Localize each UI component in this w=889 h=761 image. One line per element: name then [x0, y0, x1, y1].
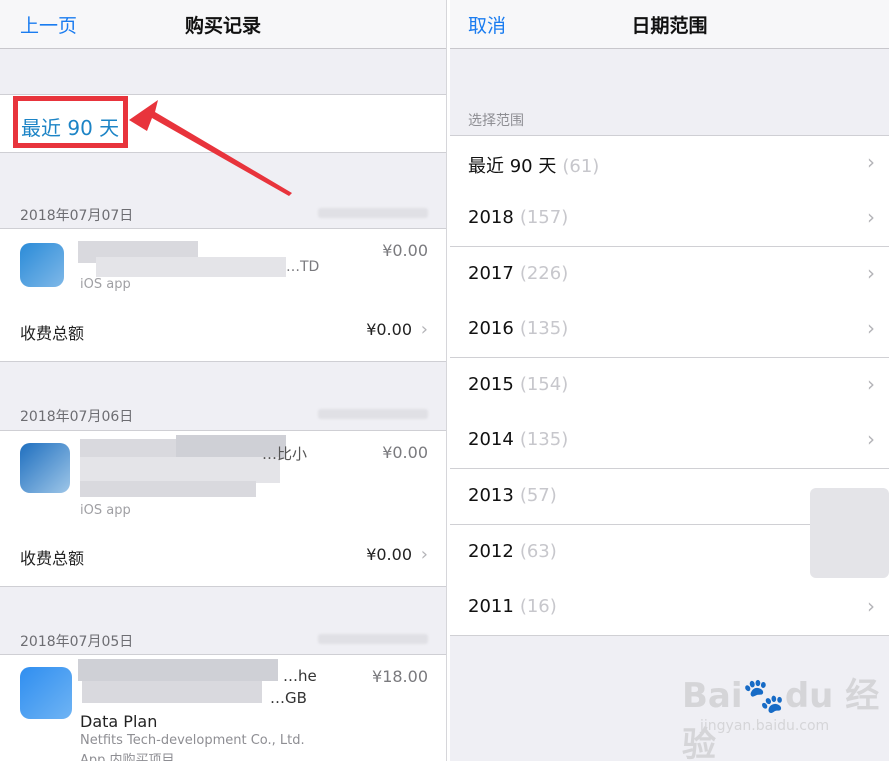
range-row-2016[interactable]: 2016 (135) ›	[450, 302, 889, 358]
item-price: ¥0.00	[382, 241, 428, 260]
item-price: ¥18.00	[372, 667, 428, 686]
pixelated-app-name	[78, 659, 278, 681]
app-icon	[20, 667, 72, 719]
red-arrow-icon	[129, 100, 292, 196]
pixelated-app-name	[80, 481, 256, 497]
chevron-right-icon: ›	[867, 261, 875, 285]
chevron-right-icon: ›	[420, 319, 428, 340]
range-count: (154)	[519, 374, 569, 395]
range-row-2014[interactable]: 2014 (135) ›	[450, 413, 889, 469]
item-platform: iOS app	[80, 277, 131, 292]
range-row-2015[interactable]: 2015 (154) ›	[450, 358, 889, 414]
page-title: 日期范围	[631, 15, 708, 37]
range-row-2017[interactable]: 2017 (226) ›	[450, 247, 889, 303]
blurred-order-id	[318, 634, 428, 644]
total-value: ¥0.00	[366, 320, 412, 339]
chevron-right-icon: ›	[867, 150, 875, 174]
chevron-right-icon: ›	[867, 205, 875, 229]
baidu-watermark-url: jingyan.baidu.com	[700, 718, 830, 734]
range-label: 2012 (63)	[468, 541, 557, 562]
chevron-right-icon: ›	[867, 372, 875, 396]
range-row-last-90-days[interactable]: 最近 90 天 (61) ›	[450, 135, 889, 192]
item-price: ¥0.00	[382, 443, 428, 462]
blurred-order-id	[318, 409, 428, 419]
app-icon	[20, 443, 70, 493]
pixelated-app-name	[82, 681, 262, 703]
range-label: 2011 (16)	[468, 596, 557, 617]
pixelated-app-name	[80, 457, 280, 483]
total-row[interactable]: 收费总额 ¥0.00 ›	[0, 305, 446, 362]
purchase-item[interactable]: …TD ¥0.00 iOS app	[0, 228, 446, 307]
chevron-right-icon: ›	[867, 316, 875, 340]
range-label: 2016 (135)	[468, 318, 569, 339]
range-count: (63)	[519, 541, 557, 562]
range-label: 2013 (57)	[468, 485, 557, 506]
red-arrow-shape	[129, 100, 292, 196]
pixelated-region	[810, 488, 889, 578]
item-type: App 内购买项目	[80, 753, 175, 761]
developer-name: Netfits Tech-development Co., Ltd.	[80, 733, 305, 748]
app-name-fragment: …TD	[286, 259, 320, 275]
range-row-2011[interactable]: 2011 (16) ›	[450, 580, 889, 636]
total-row[interactable]: 收费总额 ¥0.00 ›	[0, 530, 446, 587]
range-label: 2017 (226)	[468, 263, 569, 284]
section-date: 2018年07月05日	[20, 634, 134, 650]
purchase-item[interactable]: …he …GB Data Plan ¥18.00 Netfits Tech-de…	[0, 654, 446, 761]
range-row-2018[interactable]: 2018 (157) ›	[450, 191, 889, 247]
baidu-watermark-logo: Bai🐾du 经验	[682, 676, 880, 761]
range-count: (61)	[562, 156, 600, 177]
total-label: 收费总额	[20, 324, 85, 343]
range-label: 最近 90 天 (61)	[468, 156, 600, 177]
range-label: 2015 (154)	[468, 374, 569, 395]
range-label: 2014 (135)	[468, 429, 569, 450]
range-count: (226)	[519, 263, 569, 284]
total-label: 收费总额	[20, 549, 85, 568]
range-count: (135)	[519, 318, 569, 339]
pixelated-app-name	[80, 439, 180, 457]
section-date: 2018年07月06日	[20, 409, 134, 425]
app-name-fragment: …GB	[270, 689, 307, 707]
range-label: 2018 (157)	[468, 207, 569, 228]
app-name-fragment: …he	[283, 667, 317, 685]
app-icon	[20, 243, 64, 287]
range-count: (57)	[519, 485, 557, 506]
total-value: ¥0.00	[366, 545, 412, 564]
chevron-right-icon: ›	[420, 544, 428, 565]
right-navbar: 取消 日期范围	[450, 0, 889, 49]
chevron-right-icon: ›	[867, 594, 875, 618]
item-platform: iOS app	[80, 503, 131, 518]
app-name-fragment: …比小	[262, 445, 308, 463]
range-count: (16)	[519, 596, 557, 617]
chevron-right-icon: ›	[867, 427, 875, 451]
section-header: 选择范围	[468, 113, 524, 129]
date-range-panel: 取消 日期范围 选择范围 最近 90 天 (61) › 2018 (157) › 2…	[450, 0, 889, 761]
purchase-item[interactable]: …比小 ¥0.00 iOS app	[0, 430, 446, 532]
range-count: (135)	[519, 429, 569, 450]
pixelated-app-name	[96, 257, 286, 277]
range-count: (157)	[519, 207, 569, 228]
app-name: Data Plan	[80, 712, 158, 731]
